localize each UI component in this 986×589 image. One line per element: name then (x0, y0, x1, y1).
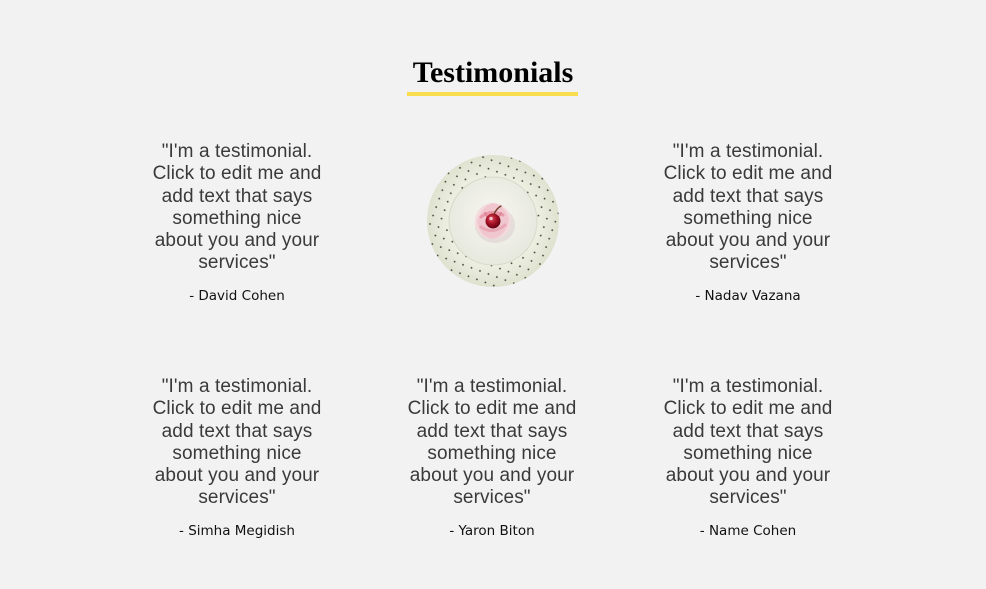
testimonial-card[interactable]: "I'm a testimonial. Click to edit me and… (648, 376, 848, 540)
testimonial-author[interactable]: - Nadav Vazana (648, 287, 848, 305)
testimonial-author[interactable]: - Simha Megidish (137, 522, 337, 540)
testimonial-quote[interactable]: "I'm a testimonial. Click to edit me and… (137, 141, 337, 275)
testimonial-card[interactable]: "I'm a testimonial. Click to edit me and… (137, 376, 337, 540)
testimonial-card[interactable]: "I'm a testimonial. Click to edit me and… (392, 376, 592, 540)
title-underline (407, 92, 578, 96)
testimonial-author[interactable]: - Name Cohen (648, 522, 848, 540)
testimonial-quote[interactable]: "I'm a testimonial. Click to edit me and… (137, 376, 337, 510)
testimonial-card[interactable]: "I'm a testimonial. Click to edit me and… (648, 141, 848, 305)
testimonial-card[interactable]: "I'm a testimonial. Click to edit me and… (137, 141, 337, 305)
testimonial-quote[interactable]: "I'm a testimonial. Click to edit me and… (392, 376, 592, 510)
section-title[interactable]: Testimonials (0, 56, 986, 90)
testimonial-quote[interactable]: "I'm a testimonial. Click to edit me and… (648, 376, 848, 510)
testimonial-author[interactable]: - Yaron Biton (392, 522, 592, 540)
testimonial-author[interactable]: - David Cohen (137, 287, 337, 305)
testimonials-section: Testimonials "I'm a testimonial. Click t… (0, 0, 986, 589)
cupcake-on-plate-image[interactable] (425, 153, 561, 289)
plate-icon (427, 155, 559, 287)
testimonial-quote[interactable]: "I'm a testimonial. Click to edit me and… (648, 141, 848, 275)
